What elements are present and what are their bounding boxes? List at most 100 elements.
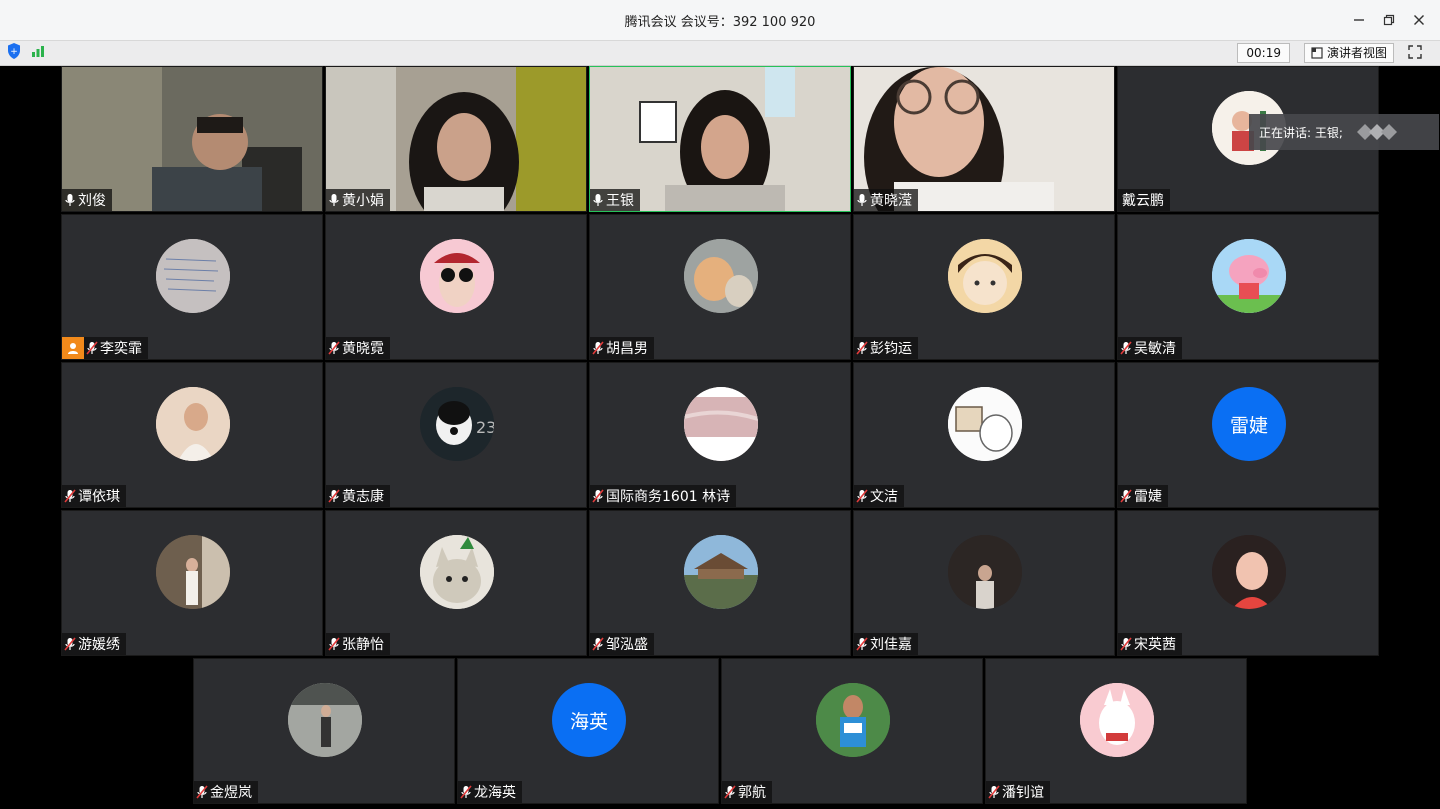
meeting-timer: 00:19 bbox=[1237, 43, 1290, 63]
participant-name: 吴敏清 bbox=[1134, 341, 1176, 357]
participant-tile[interactable]: 金煜岚 bbox=[193, 658, 455, 804]
participant-name: 龙海英 bbox=[474, 785, 516, 801]
participant-tile[interactable]: 谭依琪 bbox=[61, 362, 323, 508]
active-speaker-label: 正在讲话: 王银; bbox=[1259, 125, 1343, 140]
participant-namebar: 邹泓盛 bbox=[590, 633, 654, 655]
participant-tile[interactable]: 黄晓霓 bbox=[325, 214, 587, 360]
participant-tile[interactable]: 文洁 bbox=[853, 362, 1115, 508]
mic-on-icon bbox=[326, 189, 342, 211]
participant-tile[interactable]: 邹泓盛 bbox=[589, 510, 851, 656]
participant-namebar: 潘钊谊 bbox=[986, 781, 1050, 803]
mic-on-icon bbox=[854, 189, 870, 211]
fullscreen-icon[interactable] bbox=[1408, 44, 1422, 63]
participant-name: 胡昌男 bbox=[606, 341, 648, 357]
mic-muted-icon bbox=[194, 781, 210, 803]
participant-avatar bbox=[948, 387, 1022, 461]
participant-namebar: 谭依琪 bbox=[62, 485, 126, 507]
speaker-view-label: 演讲者视图 bbox=[1326, 46, 1387, 60]
restore-button[interactable] bbox=[1374, 5, 1404, 35]
participant-namebar: 吴敏清 bbox=[1118, 337, 1182, 359]
participant-text-avatar: 海英 bbox=[552, 683, 626, 757]
participant-avatar bbox=[684, 239, 758, 313]
participant-grid: 刘俊 黄小娟 王银 黄晓滢 戴云鹏 李奕霏 黄晓霓 胡昌男 彭钧运 吴敏清 谭依… bbox=[0, 66, 1440, 809]
participant-namebar: 胡昌男 bbox=[590, 337, 654, 359]
participant-name: 谭依琪 bbox=[78, 489, 120, 505]
participant-tile[interactable]: 国际商务1601 林诗 bbox=[589, 362, 851, 508]
participant-name: 潘钊谊 bbox=[1002, 785, 1044, 801]
mic-muted-icon bbox=[854, 337, 870, 359]
participant-namebar: 龙海英 bbox=[458, 781, 522, 803]
participant-tile[interactable]: 郭航 bbox=[721, 658, 983, 804]
participant-namebar: 宋英茜 bbox=[1118, 633, 1182, 655]
participant-avatar bbox=[948, 535, 1022, 609]
participant-namebar: 彭钧运 bbox=[854, 337, 918, 359]
mic-muted-icon bbox=[1118, 337, 1134, 359]
close-button[interactable] bbox=[1404, 5, 1434, 35]
participant-tile[interactable]: 游媛绣 bbox=[61, 510, 323, 656]
mic-muted-icon bbox=[590, 337, 606, 359]
participant-namebar: 黄志康 bbox=[326, 485, 390, 507]
mic-muted-icon bbox=[854, 485, 870, 507]
participant-tile[interactable]: 刘俊 bbox=[61, 66, 323, 212]
mic-muted-icon bbox=[326, 485, 342, 507]
restore-icon bbox=[1383, 14, 1395, 26]
participant-namebar: 文洁 bbox=[854, 485, 904, 507]
svg-text:23: 23 bbox=[476, 418, 494, 437]
participant-name: 郭航 bbox=[738, 785, 766, 801]
participant-namebar: 黄晓霓 bbox=[326, 337, 390, 359]
participant-tile[interactable]: 张静怡 bbox=[325, 510, 587, 656]
participant-tile[interactable]: 李奕霏 bbox=[61, 214, 323, 360]
layout-icon bbox=[1311, 47, 1323, 59]
host-badge-icon bbox=[62, 337, 84, 359]
participant-tile[interactable]: 黄小娟 bbox=[325, 66, 587, 212]
participant-avatar bbox=[1080, 683, 1154, 757]
participant-avatar bbox=[288, 683, 362, 757]
participant-tile[interactable]: 潘钊谊 bbox=[985, 658, 1247, 804]
participant-avatar bbox=[816, 683, 890, 757]
mic-muted-icon bbox=[1118, 485, 1134, 507]
mic-muted-icon bbox=[722, 781, 738, 803]
participant-tile[interactable]: 刘佳嘉 bbox=[853, 510, 1115, 656]
mic-muted-icon bbox=[986, 781, 1002, 803]
participant-avatar bbox=[156, 535, 230, 609]
speaker-view-button[interactable]: 演讲者视图 bbox=[1303, 43, 1394, 63]
svg-text:+: + bbox=[10, 47, 18, 57]
mic-on-icon bbox=[62, 189, 78, 211]
participant-tile[interactable]: 吴敏清 bbox=[1117, 214, 1379, 360]
participant-name: 黄志康 bbox=[342, 489, 384, 505]
participant-avatar bbox=[1212, 239, 1286, 313]
participant-name: 游媛绣 bbox=[78, 637, 120, 653]
minimize-button[interactable] bbox=[1344, 5, 1374, 35]
security-shield-icon[interactable]: + bbox=[6, 42, 22, 64]
participant-namebar: 刘俊 bbox=[62, 189, 112, 211]
title-bar: 腾讯会议 会议号：392 100 920 bbox=[0, 0, 1440, 40]
participant-name: 李奕霏 bbox=[100, 341, 142, 357]
participant-tile[interactable]: 胡昌男 bbox=[589, 214, 851, 360]
mic-muted-icon bbox=[458, 781, 474, 803]
mic-muted-icon bbox=[326, 337, 342, 359]
mic-muted-icon bbox=[84, 337, 100, 359]
participant-avatar bbox=[420, 535, 494, 609]
network-signal-icon[interactable] bbox=[30, 43, 46, 63]
mic-muted-icon bbox=[1118, 633, 1134, 655]
participant-tile[interactable]: 海英 龙海英 bbox=[457, 658, 719, 804]
participant-namebar: 国际商务1601 林诗 bbox=[590, 485, 737, 507]
participant-tile[interactable]: 雷婕 雷婕 bbox=[1117, 362, 1379, 508]
minimize-icon bbox=[1354, 19, 1364, 21]
participant-name: 黄小娟 bbox=[342, 193, 384, 209]
participant-tile[interactable]: 宋英茜 bbox=[1117, 510, 1379, 656]
participant-tile-active[interactable]: 王银 bbox=[589, 66, 851, 212]
participant-tile[interactable]: 彭钧运 bbox=[853, 214, 1115, 360]
mic-muted-icon bbox=[62, 633, 78, 655]
participant-name: 黄晓滢 bbox=[870, 193, 912, 209]
participant-avatar bbox=[420, 239, 494, 313]
participant-name: 文洁 bbox=[870, 489, 898, 505]
participant-tile[interactable]: 黄晓滢 bbox=[853, 66, 1115, 212]
window-controls bbox=[1344, 0, 1434, 40]
participant-name: 彭钧运 bbox=[870, 341, 912, 357]
participant-text-avatar: 雷婕 bbox=[1212, 387, 1286, 461]
participant-tile[interactable]: 23 黄志康 bbox=[325, 362, 587, 508]
participant-namebar: 雷婕 bbox=[1118, 485, 1168, 507]
participant-avatar bbox=[684, 387, 758, 461]
participant-namebar: 郭航 bbox=[722, 781, 772, 803]
